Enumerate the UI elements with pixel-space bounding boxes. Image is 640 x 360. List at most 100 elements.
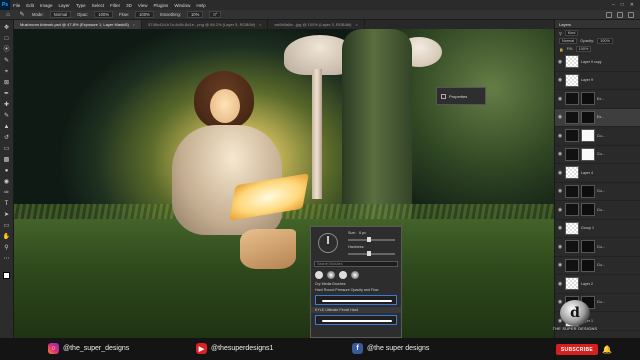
size-value[interactable]: 8 px (359, 231, 366, 235)
visibility-eye-icon[interactable]: ◉ (557, 151, 563, 157)
quick-select-tool-icon[interactable]: ✎ (3, 57, 11, 65)
menu-select[interactable]: Select (89, 3, 108, 8)
foreground-color-swatch[interactable] (3, 272, 10, 279)
size-slider-knob[interactable] (366, 237, 371, 242)
layer-row[interactable]: ◉ Cu... (555, 201, 640, 220)
brush-stroke-preview[interactable] (315, 295, 397, 305)
facebook-link[interactable]: f @the super designs (352, 343, 429, 354)
close-tab-icon[interactable]: × (355, 22, 357, 27)
visibility-eye-icon[interactable]: ◉ (557, 114, 563, 120)
layer-thumbnail[interactable] (565, 258, 579, 272)
layer-thumbnail[interactable] (565, 55, 579, 69)
layer-mask-thumbnail[interactable] (581, 92, 595, 106)
layer-thumbnail[interactable] (565, 184, 579, 198)
layer-name[interactable]: Cu... (597, 134, 605, 138)
document-canvas[interactable] (14, 29, 554, 338)
search-icon[interactable] (606, 11, 612, 18)
layer-thumbnail[interactable] (565, 221, 579, 235)
home-icon[interactable]: ⌂ (4, 11, 12, 19)
maximize-icon[interactable]: □ (621, 2, 624, 8)
layer-row[interactable]: ◉ Ex... (555, 108, 640, 127)
layer-row[interactable]: ◉ Cu... (555, 127, 640, 146)
smoothing-field[interactable]: 10% (186, 11, 204, 18)
instagram-link[interactable]: ○ @the_super_designs (48, 343, 129, 354)
brush-search-input[interactable]: Search Brushes (314, 261, 398, 267)
layer-fill-field[interactable]: 100% (575, 46, 592, 52)
menu-filter[interactable]: Filter (107, 3, 123, 8)
flow-field[interactable]: 100% (135, 11, 154, 18)
layer-row[interactable]: ◉ Group 1 (555, 220, 640, 238)
brush-tool-icon[interactable]: ✎ (3, 112, 11, 120)
visibility-eye-icon[interactable]: ◉ (557, 244, 563, 250)
visibility-eye-icon[interactable]: ◉ (557, 133, 563, 139)
brush-angle-dial[interactable] (318, 233, 338, 253)
layer-thumbnail[interactable] (565, 277, 579, 291)
layer-mask-thumbnail[interactable] (581, 258, 595, 272)
path-select-tool-icon[interactable]: ➤ (3, 211, 11, 219)
layer-row[interactable]: ◉ Ex... (555, 90, 640, 109)
menu-window[interactable]: Window (171, 3, 193, 8)
stamp-tool-icon[interactable]: ▲ (3, 123, 11, 131)
layer-name[interactable]: Cu... (597, 189, 605, 193)
blend-mode-select[interactable]: Normal (559, 38, 578, 44)
layer-thumbnail[interactable] (565, 110, 579, 124)
visibility-eye-icon[interactable]: ◉ (557, 188, 563, 194)
menu-file[interactable]: File (10, 3, 23, 8)
menu-plugins[interactable]: Plugins (151, 3, 172, 8)
visibility-eye-icon[interactable]: ◉ (557, 262, 563, 268)
share-icon[interactable] (628, 11, 634, 18)
brush-stroke-preview[interactable] (315, 315, 397, 325)
visibility-eye-icon[interactable]: ◉ (557, 207, 563, 213)
minimize-icon[interactable]: – (612, 2, 615, 8)
visibility-eye-icon[interactable]: ◉ (557, 59, 563, 65)
lock-icon[interactable]: 🔒 (559, 47, 564, 52)
layer-mask-thumbnail[interactable] (581, 203, 595, 217)
hardness-slider[interactable] (348, 251, 395, 256)
menu-edit[interactable]: Edit (23, 3, 37, 8)
hand-tool-icon[interactable]: ✋ (3, 233, 11, 241)
layer-name[interactable]: Layer 9 copy (581, 60, 602, 64)
workspace-icon[interactable] (617, 11, 623, 18)
gradient-tool-icon[interactable]: ▩ (3, 156, 11, 164)
history-brush-tool-icon[interactable]: ↺ (3, 134, 11, 142)
visibility-eye-icon[interactable]: ◉ (557, 225, 563, 231)
pencil-tip-icon[interactable] (339, 271, 347, 279)
layer-opacity-field[interactable]: 100% (597, 38, 613, 44)
brush-hard-round-pressure[interactable]: Hard Round Pressure Opacity and Flow (311, 287, 401, 293)
layer-thumbnail[interactable] (565, 166, 579, 180)
layer-row[interactable]: ◉ Cu... (555, 257, 640, 275)
layer-row[interactable]: ◉ Cu... (555, 238, 640, 257)
layer-thumbnail[interactable] (565, 92, 579, 106)
tab-mushroom-artwork[interactable]: Mushroom Artwork.psd @ 47.8% (Exposure 1… (14, 20, 143, 29)
menu-view[interactable]: View (135, 3, 151, 8)
blur-tool-icon[interactable]: ● (3, 167, 11, 175)
airbrush-tip-icon[interactable] (351, 271, 359, 279)
layer-name[interactable]: Ex... (597, 115, 604, 119)
layer-mask-thumbnail[interactable] (581, 240, 595, 254)
bell-icon[interactable]: 🔔 (602, 344, 612, 355)
menu-help[interactable]: Help (193, 3, 208, 8)
pen-tool-icon[interactable]: ✑ (3, 189, 11, 197)
layer-row[interactable]: ◉ Cu... (555, 183, 640, 201)
mode-select[interactable]: Normal (49, 11, 72, 18)
frame-tool-icon[interactable]: ⊠ (3, 79, 11, 87)
hard-round-tip-icon[interactable] (315, 271, 323, 279)
menu-3d[interactable]: 3D (123, 3, 135, 8)
zoom-tool-icon[interactable]: ⚲ (3, 244, 11, 252)
eyedropper-tool-icon[interactable]: ✒ (3, 90, 11, 98)
brush-tool-icon[interactable]: ✎ (18, 11, 26, 19)
soft-round-tip-icon[interactable] (327, 271, 335, 279)
layer-thumbnail[interactable] (565, 203, 579, 217)
layer-row[interactable]: ◉ Layer 9 copy (555, 53, 640, 72)
healing-tool-icon[interactable]: ✚ (3, 101, 11, 109)
tab-layers[interactable]: Layers (555, 20, 640, 29)
lasso-tool-icon[interactable]: ⦿ (3, 46, 11, 54)
menu-type[interactable]: Type (73, 3, 89, 8)
type-tool-icon[interactable]: T (3, 200, 11, 208)
layer-name[interactable]: Layer 4 (581, 171, 593, 175)
youtube-link[interactable]: ▶ @thesuperdesigns1 (196, 343, 273, 354)
brush-kyle-ultimate-pencil[interactable]: KYLE Ultimate Pencil Hard (311, 307, 401, 313)
dodge-tool-icon[interactable]: ◉ (3, 178, 11, 186)
properties-panel[interactable]: Properties (436, 87, 486, 105)
angle-field[interactable]: 0° (209, 11, 222, 18)
